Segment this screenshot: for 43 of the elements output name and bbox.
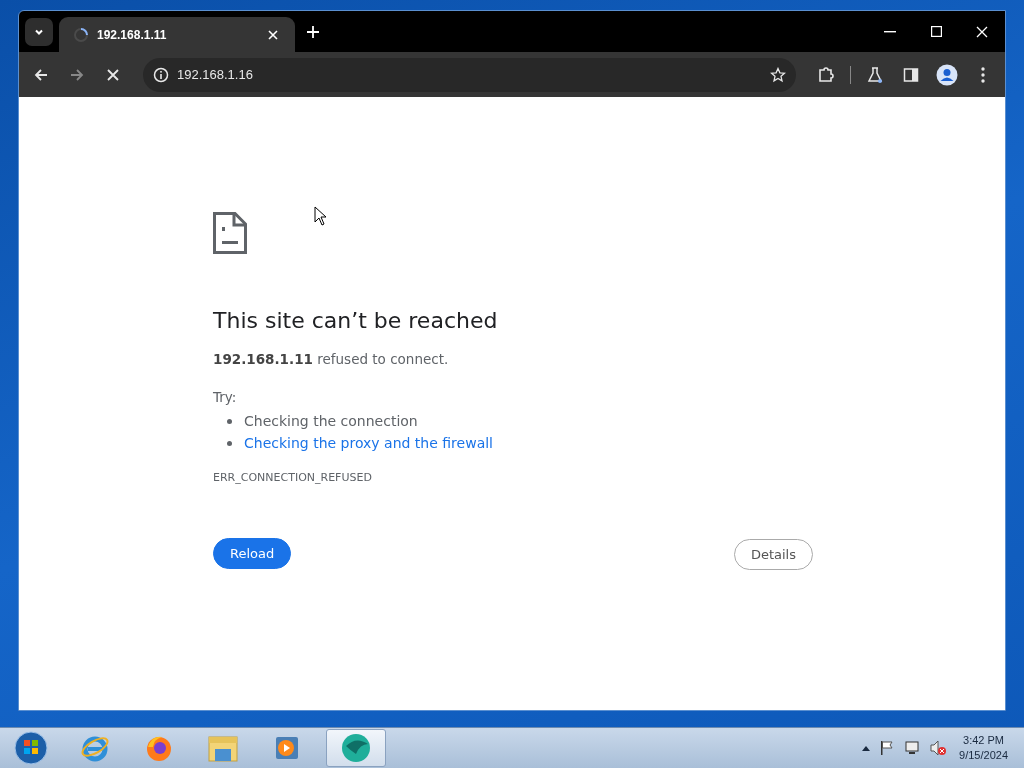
- person-icon: [936, 63, 958, 86]
- suggestion-link[interactable]: Checking the proxy and the firewall: [244, 435, 493, 451]
- error-heading: This site can’t be reached: [213, 308, 499, 333]
- info-icon[interactable]: [153, 66, 169, 83]
- network-icon[interactable]: [903, 740, 922, 756]
- clock-date: 9/15/2024: [959, 748, 1008, 763]
- media-player-icon: [273, 734, 301, 762]
- tab-search-button[interactable]: [25, 18, 53, 46]
- close-icon: [107, 68, 119, 81]
- suggestion-text: Checking the connection: [244, 413, 418, 429]
- error-code: ERR_CONNECTION_REFUSED: [213, 471, 373, 484]
- clock-time: 3:42 PM: [963, 733, 1004, 748]
- profile-avatar[interactable]: [935, 62, 959, 87]
- taskbar-button[interactable]: [326, 729, 386, 767]
- star-icon[interactable]: [770, 66, 786, 83]
- bullet-icon: [227, 418, 232, 424]
- url-text: 192.168.1.16: [177, 67, 254, 82]
- details-button[interactable]: Details: [733, 539, 813, 570]
- plus-icon: [307, 26, 319, 38]
- windows-logo: [14, 731, 48, 765]
- flag-icon[interactable]: [879, 740, 896, 756]
- folder-icon: [207, 733, 239, 763]
- sphere-icon: [340, 732, 372, 764]
- maximize-icon: [930, 26, 942, 37]
- show-hidden-icon[interactable]: [861, 744, 872, 752]
- puzzle-icon: [817, 65, 835, 84]
- bullet-icon: [227, 440, 232, 446]
- back-arrow-icon: [34, 67, 48, 82]
- muted-speaker-icon[interactable]: [929, 740, 948, 756]
- browser-tab[interactable]: 192.168.1.11: [59, 17, 295, 52]
- side-panel-icon: [903, 66, 919, 83]
- close-icon: [268, 29, 278, 40]
- try-label: Try:: [213, 389, 238, 405]
- sad-page-icon: [213, 212, 247, 254]
- reload-button[interactable]: Reload: [213, 538, 292, 569]
- minimize-icon: [884, 30, 896, 33]
- address-bar[interactable]: 192.168.1.16: [143, 57, 796, 92]
- close-icon: [976, 25, 988, 38]
- flask-icon: [866, 65, 884, 84]
- forward-arrow-icon: [70, 67, 84, 82]
- error-message: 192.168.1.11 refused to connect.: [213, 351, 450, 367]
- menu-icon: [981, 66, 985, 83]
- mouse-cursor-icon: [314, 206, 328, 226]
